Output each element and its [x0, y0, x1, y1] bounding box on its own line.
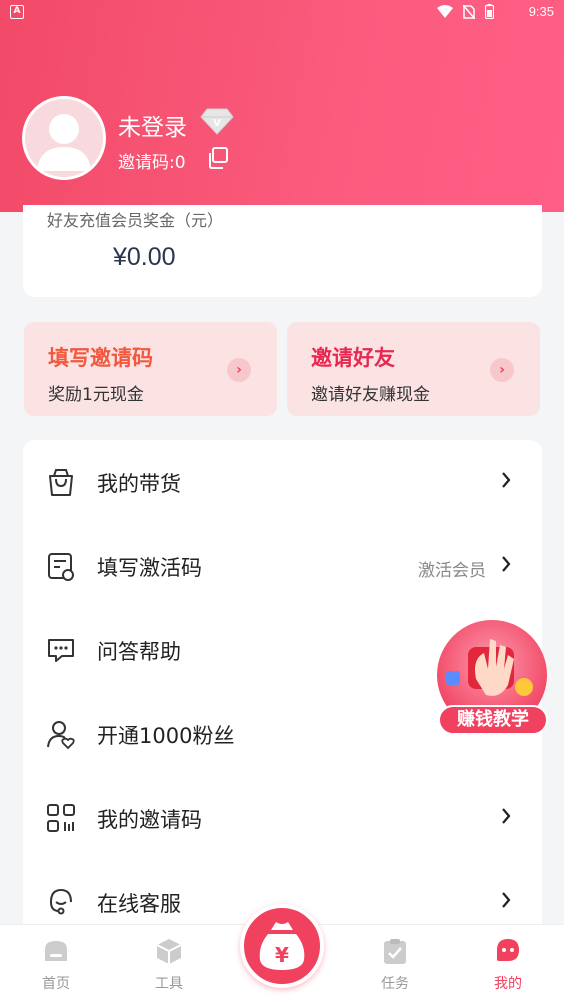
- avatar[interactable]: [22, 96, 106, 180]
- chevron-right-icon: ›: [227, 358, 251, 382]
- menu-item-extra: 激活会员: [418, 561, 486, 581]
- home-icon: [45, 941, 67, 961]
- invite-code-text: 邀请码:0: [118, 153, 186, 173]
- chevron-right-icon: [502, 556, 511, 572]
- customer-service-icon: [50, 888, 72, 915]
- earnings-label: 好友充值会员奖金（元）: [47, 211, 224, 230]
- clock: 9:35: [528, 4, 554, 19]
- center-money-button[interactable]: ¥: [240, 904, 324, 988]
- default-avatar-icon: [37, 114, 91, 171]
- menu-item-activation-code[interactable]: 填写激活码 激活会员: [23, 524, 542, 608]
- battery-icon: [485, 4, 494, 19]
- box-icon: [156, 939, 182, 964]
- tab-label: 工具: [155, 976, 183, 992]
- yuan-symbol: ¥: [275, 943, 289, 967]
- user-heart-icon: [47, 721, 75, 750]
- menu-item-label: 开通1000粉丝: [97, 724, 235, 748]
- tab-label: 首页: [42, 976, 70, 992]
- menu-item-label: 我的带货: [97, 472, 181, 496]
- promo-subtitle: 邀请好友赚现金: [311, 385, 430, 405]
- clipboard-check-icon: [384, 939, 406, 964]
- earn-money-tutorial-badge[interactable]: 赚钱教学: [436, 619, 548, 739]
- chevron-right-icon: [502, 892, 511, 908]
- menu-item-my-sales[interactable]: 我的带货: [23, 440, 542, 524]
- chevron-right-icon: [502, 808, 511, 824]
- fill-invite-code-card[interactable]: 填写邀请码 奖励1元现金 ›: [24, 322, 277, 416]
- chat-help-icon: [48, 639, 74, 662]
- menu-item-label: 在线客服: [97, 892, 181, 916]
- no-sim-icon: [463, 4, 475, 19]
- svg-text:V: V: [213, 118, 221, 129]
- diamond-vip-icon[interactable]: V: [200, 106, 234, 136]
- earnings-amount: ¥0.00: [113, 243, 176, 271]
- chevron-right-icon: [502, 472, 511, 488]
- earnings-card: 好友充值会员奖金（元） ¥0.00: [23, 205, 542, 297]
- menu-item-label: 我的邀请码: [97, 808, 202, 832]
- tab-mine[interactable]: 我的: [468, 925, 548, 1002]
- tab-label: 我的: [494, 976, 522, 992]
- activation-form-icon: [48, 553, 74, 581]
- copy-icon[interactable]: [206, 146, 230, 170]
- tab-label: 任务: [381, 976, 409, 992]
- qr-code-icon: [47, 804, 75, 832]
- app-badge-icon: A: [10, 5, 24, 19]
- status-bar: A 9:35: [0, 0, 564, 24]
- shopping-bag-icon: [49, 469, 73, 496]
- tab-home[interactable]: 首页: [16, 925, 96, 1002]
- menu-item-label: 问答帮助: [97, 640, 181, 664]
- money-bag-icon: ¥: [259, 922, 305, 970]
- wifi-icon: [437, 4, 453, 18]
- tab-tools[interactable]: 工具: [129, 925, 209, 1002]
- menu-item-label: 填写激活码: [97, 556, 202, 580]
- chevron-right-icon: ›: [490, 358, 514, 382]
- promo-subtitle: 奖励1元现金: [48, 385, 144, 405]
- promo-title: 填写邀请码: [48, 346, 153, 370]
- profile-bubble-icon: [497, 939, 519, 961]
- menu-item-my-invite-code[interactable]: 我的邀请码: [23, 776, 542, 860]
- promo-title: 邀请好友: [311, 346, 395, 370]
- tab-tasks[interactable]: 任务: [355, 925, 435, 1002]
- floating-badge-label: 赚钱教学: [438, 705, 548, 735]
- invite-friends-card[interactable]: 邀请好友 邀请好友赚现金 ›: [287, 322, 540, 416]
- username[interactable]: 未登录: [118, 108, 187, 142]
